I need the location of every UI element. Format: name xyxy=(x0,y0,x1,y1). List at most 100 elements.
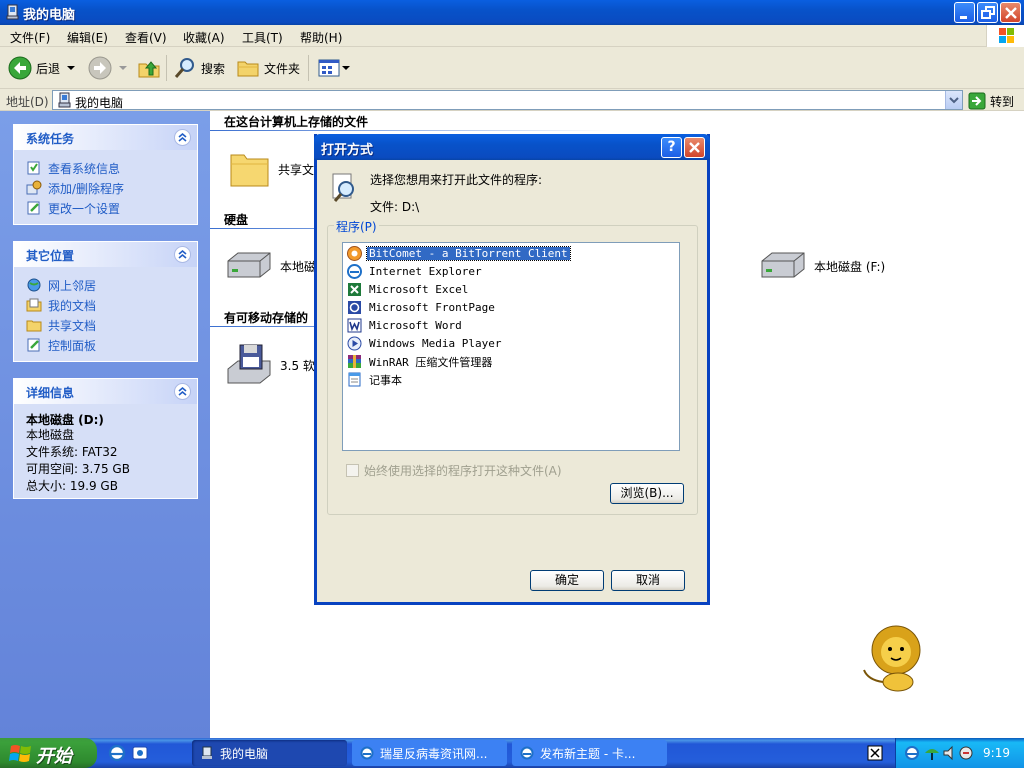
internet-explorer-icon[interactable] xyxy=(904,745,920,761)
browse-button[interactable]: 浏览(B)... xyxy=(610,483,684,504)
my-documents-link[interactable]: 我的文档 xyxy=(26,295,197,315)
system-tasks-header[interactable]: 系统任务 xyxy=(14,125,197,150)
programs-list[interactable]: BitComet - a BitTorrent Client Internet … xyxy=(342,242,680,451)
menu-view[interactable]: 查看(V) xyxy=(125,29,167,46)
floppy-item[interactable]: 3.5 软 xyxy=(224,343,315,387)
menu-edit[interactable]: 编辑(E) xyxy=(67,29,108,46)
shared-documents-link[interactable]: 共享文档 xyxy=(26,315,197,335)
toolbar-separator xyxy=(166,55,167,81)
menu-help[interactable]: 帮助(H) xyxy=(300,29,342,46)
hard-disk-icon xyxy=(761,252,805,278)
task-my-computer[interactable]: 我的电脑 xyxy=(192,740,347,766)
goto-label: 转到 xyxy=(990,94,1015,109)
umbrella-icon[interactable] xyxy=(924,745,940,761)
views-button[interactable] xyxy=(317,55,351,81)
close-button[interactable] xyxy=(1000,2,1021,23)
menu-tools[interactable]: 工具(T) xyxy=(242,29,283,46)
section-divider xyxy=(210,130,610,131)
menu-file[interactable]: 文件(F) xyxy=(10,29,50,46)
task-new-topic[interactable]: 发布新主题 - 卡... xyxy=(512,740,667,766)
address-label: 地址(D) xyxy=(6,95,49,109)
windows-flag-icon xyxy=(999,28,1014,43)
program-item-frontpage[interactable]: Microsoft FrontPage xyxy=(347,299,497,316)
local-disk-item-label: 本地磁 xyxy=(280,259,317,274)
add-remove-programs-label: 添加/删除程序 xyxy=(48,181,125,196)
search-button[interactable]: 搜索 xyxy=(173,55,225,81)
address-input[interactable]: 我的电脑 xyxy=(52,90,963,110)
view-system-info-label: 查看系统信息 xyxy=(48,161,121,176)
program-name: Microsoft Excel xyxy=(369,283,469,296)
help-button[interactable]: ? xyxy=(661,137,682,158)
menu-favorites[interactable]: 收藏(A) xyxy=(183,29,225,46)
open-with-dialog: 打开方式 ? 选择您想用来打开此文件的程序: 文件: D:\ 程序(P) Bit… xyxy=(314,134,710,605)
title-bar[interactable]: 我的电脑 xyxy=(0,0,1024,25)
add-remove-programs-link[interactable]: 添加/删除程序 xyxy=(26,178,197,198)
goto-button[interactable]: 转到 xyxy=(968,92,1014,110)
restore-button[interactable] xyxy=(977,2,998,23)
dialog-close-button[interactable] xyxy=(684,137,705,158)
other-places-header[interactable]: 其它位置 xyxy=(14,242,197,267)
detail-total-size: 总大小: 19.9 GB xyxy=(26,479,118,493)
show-desktop-icon[interactable] xyxy=(131,744,149,762)
speaker-icon[interactable] xyxy=(942,745,958,761)
toolbar-separator xyxy=(308,55,309,81)
system-info-icon xyxy=(27,161,40,175)
internet-explorer-icon xyxy=(347,264,362,279)
local-disk-item[interactable]: 本地磁 xyxy=(224,249,316,283)
double-chevron-up-icon xyxy=(178,386,187,396)
task-rising-news[interactable]: 瑞星反病毒资讯网... xyxy=(352,740,507,766)
up-button[interactable] xyxy=(137,55,161,81)
restore-icon xyxy=(981,6,995,19)
program-item-bitcomet[interactable]: BitComet - a BitTorrent Client xyxy=(347,245,571,262)
program-item-notepad[interactable]: 记事本 xyxy=(347,371,404,388)
view-system-info-link[interactable]: 查看系统信息 xyxy=(26,158,197,178)
always-use-checkbox[interactable]: 始终使用选择的程序打开这种文件(A) xyxy=(346,462,562,479)
program-name: Internet Explorer xyxy=(369,265,482,278)
dialog-title-bar[interactable]: 打开方式 ? xyxy=(314,134,710,160)
address-dropdown-button[interactable] xyxy=(945,91,962,109)
lion-mascot-icon[interactable] xyxy=(860,624,926,692)
program-item-winrar[interactable]: WinRAR 压缩文件管理器 xyxy=(347,353,494,370)
control-panel-link[interactable]: 控制面板 xyxy=(26,335,197,355)
program-item-wmp[interactable]: Windows Media Player xyxy=(347,335,503,352)
collapse-button[interactable] xyxy=(174,129,191,146)
cancel-button[interactable]: 取消 xyxy=(611,570,685,591)
network-places-link[interactable]: 网上邻居 xyxy=(26,275,197,295)
shared-documents-item[interactable]: 共享文 xyxy=(228,149,314,189)
program-item-ie[interactable]: Internet Explorer xyxy=(347,263,484,280)
shared-folder-icon xyxy=(26,320,42,332)
folders-button[interactable]: 文件夹 xyxy=(236,55,300,81)
task-label: 发布新主题 - 卡... xyxy=(540,746,636,761)
program-name: Microsoft FrontPage xyxy=(369,301,495,314)
views-icon xyxy=(318,59,340,77)
program-item-word[interactable]: Microsoft Word xyxy=(347,317,464,334)
start-button[interactable]: 开始 xyxy=(0,738,97,768)
close-icon xyxy=(1005,7,1017,19)
program-name: BitComet - a BitTorrent Client xyxy=(366,246,571,261)
ok-button[interactable]: 确定 xyxy=(530,570,604,591)
back-button[interactable]: 后退 xyxy=(8,55,78,81)
shared-documents-label: 共享文档 xyxy=(48,318,97,333)
program-item-excel[interactable]: Microsoft Excel xyxy=(347,281,470,298)
my-documents-icon xyxy=(26,298,42,312)
other-places-title: 其它位置 xyxy=(26,249,75,263)
bitcomet-icon xyxy=(347,246,362,261)
details-header[interactable]: 详细信息 xyxy=(14,379,197,404)
antivirus-icon[interactable] xyxy=(958,745,974,761)
chevron-down-icon xyxy=(342,66,350,70)
taskbar: 开始 我的电脑 瑞星反病毒资讯网... 发布新主题 - 卡... 9:19 xyxy=(0,738,1024,768)
internet-explorer-icon[interactable] xyxy=(108,744,126,762)
collapse-button[interactable] xyxy=(174,246,191,263)
local-disk-f-item[interactable]: 本地磁盘 (F:) xyxy=(758,249,885,283)
dialog-file-path: 文件: D:\ xyxy=(370,200,420,214)
system-tasks-title: 系统任务 xyxy=(26,132,75,146)
input-method-icon[interactable] xyxy=(867,745,883,761)
detail-free-space: 可用空间: 3.75 GB xyxy=(26,462,130,476)
network-globe-icon xyxy=(27,278,41,292)
forward-button[interactable] xyxy=(88,55,130,81)
toolbar: 后退 搜索 文件夹 xyxy=(0,47,1024,89)
change-setting-link[interactable]: 更改一个设置 xyxy=(26,198,197,218)
minimize-button[interactable] xyxy=(954,2,975,23)
collapse-button[interactable] xyxy=(174,383,191,400)
folder-up-icon xyxy=(138,61,160,78)
